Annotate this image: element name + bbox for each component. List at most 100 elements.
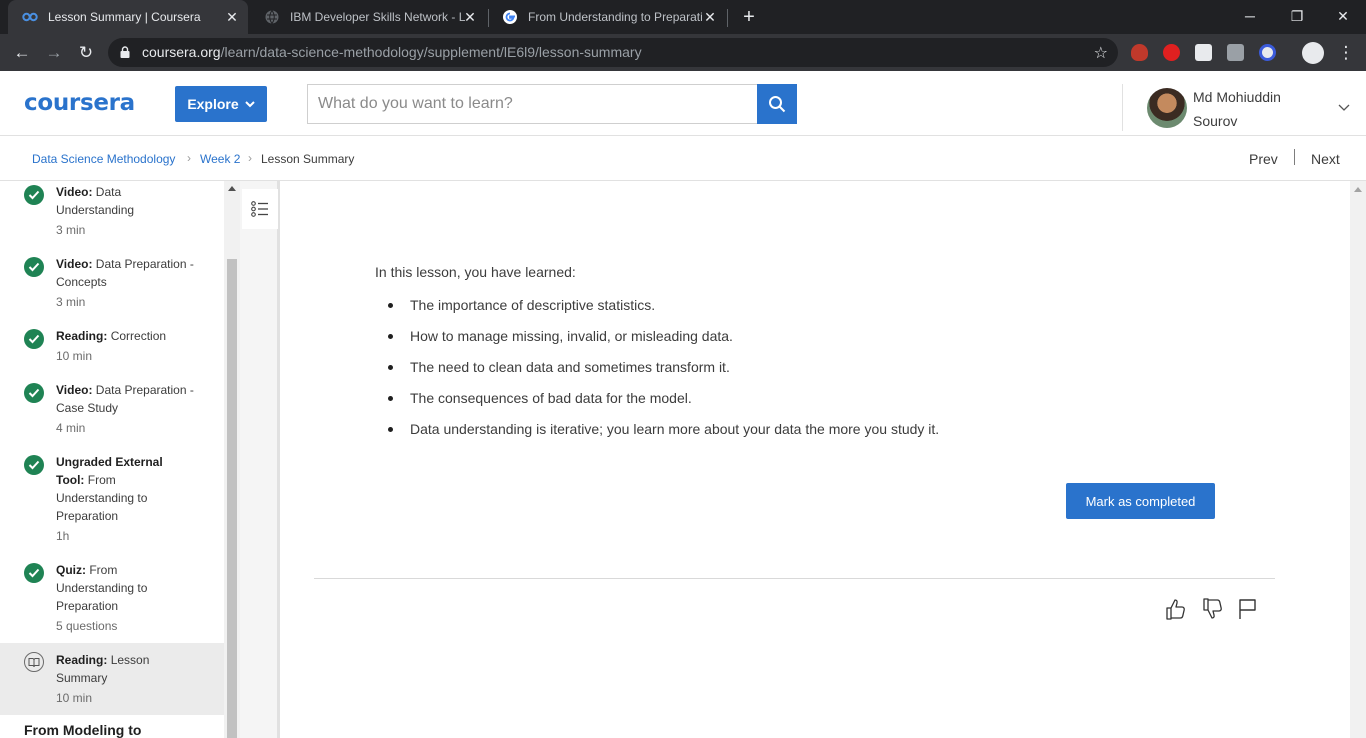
site-header: coursera Explore What do you want to lea… <box>0 71 1366 136</box>
back-icon[interactable]: ← <box>10 41 34 65</box>
close-window-icon[interactable]: ✕ <box>1331 5 1355 27</box>
breadcrumb: Data Science Methodology › Week 2 › Less… <box>0 137 1366 181</box>
sidebar-item-label: Ungraded External Tool: From Understanding… <box>56 455 163 523</box>
page-scrollbar[interactable] <box>1350 181 1366 738</box>
sidebar-item-external-tool[interactable]: Ungraded External Tool: From Understanding… <box>0 451 224 559</box>
search-input[interactable]: What do you want to learn? <box>307 84 758 124</box>
explore-button[interactable]: Explore <box>175 86 267 122</box>
prev-link[interactable]: Prev <box>1249 151 1278 167</box>
sidebar-item-duration: 4 min <box>56 421 86 435</box>
url-text: coursera.org/learn/data-science-methodol… <box>142 44 642 60</box>
browser-tab-bar: Lesson Summary | Coursera ✕ IBM Develope… <box>0 0 1366 34</box>
check-icon <box>24 329 44 349</box>
search-icon <box>769 96 786 113</box>
list-item: The need to clean data and sometimes tra… <box>375 358 939 389</box>
sidebar-toggle-rail <box>240 181 280 738</box>
sidebar-item-duration: 1h <box>56 529 70 543</box>
list-item: Data understanding is iterative; you lea… <box>375 420 939 451</box>
thumbs-down-icon[interactable] <box>1202 597 1224 621</box>
prev-next-divider <box>1294 149 1295 165</box>
sidebar-item-label: Video: Data Preparation - Concepts <box>56 257 194 289</box>
user-name[interactable]: Md Mohiuddin Sourov <box>1193 85 1303 133</box>
check-icon <box>24 383 44 403</box>
check-icon <box>24 185 44 205</box>
sidebar-item-duration: 5 questions <box>56 619 118 633</box>
mark-as-completed-button[interactable]: Mark as completed <box>1066 483 1215 519</box>
sidebar-item-duration: 3 min <box>56 295 86 309</box>
sidebar-item-label: Video: Data Understanding <box>56 185 135 217</box>
breadcrumb-week[interactable]: Week 2 <box>200 152 240 166</box>
tab-title: Lesson Summary | Coursera <box>48 10 201 24</box>
tab-title: IBM Developer Skills Network - L <box>290 10 466 24</box>
flag-icon[interactable] <box>1237 597 1259 621</box>
sidebar-item-video-data-preparation-concepts[interactable]: Video: Data Preparation - Concepts 3 min <box>0 253 224 325</box>
address-bar[interactable]: coursera.org/learn/data-science-methodol… <box>108 38 1118 67</box>
content-divider <box>314 578 1275 579</box>
forward-icon[interactable]: → <box>42 41 66 65</box>
close-icon[interactable]: ✕ <box>702 9 718 25</box>
breadcrumb-current: Lesson Summary <box>261 152 355 166</box>
thumbs-up-icon[interactable] <box>1165 597 1187 621</box>
check-icon <box>24 455 44 475</box>
camera-extension-icon[interactable] <box>1227 44 1244 61</box>
lesson-bullet-list: The importance of descriptive statistics… <box>375 296 939 451</box>
sidebar-item-label: Reading: Correction <box>56 329 167 343</box>
tab-ibm-developer[interactable]: IBM Developer Skills Network - L ✕ <box>250 0 486 34</box>
menu-dots-icon[interactable]: ⋮ <box>1334 41 1358 65</box>
shield-extension-icon[interactable] <box>1131 44 1148 61</box>
tab-lesson-summary[interactable]: Lesson Summary | Coursera ✕ <box>8 0 248 34</box>
header-divider <box>1122 84 1123 131</box>
list-item: How to manage missing, invalid, or misle… <box>375 327 939 358</box>
user-avatar[interactable] <box>1147 88 1187 128</box>
sidebar-item-duration: 10 min <box>56 349 93 363</box>
sidebar-item-label: Quiz: From Understanding to Preparation <box>56 563 148 613</box>
sidebar-item-reading-lesson-summary[interactable]: Reading: Lesson Summary 10 min <box>0 643 224 715</box>
tab-google-search[interactable]: From Understanding to Preparati ✕ <box>488 0 726 34</box>
breadcrumb-course[interactable]: Data Science Methodology <box>32 152 175 166</box>
sidebar-item-quiz[interactable]: Quiz: From Understanding to Preparation 5 … <box>0 559 224 649</box>
notes-extension-icon[interactable] <box>1195 44 1212 61</box>
sidebar-scrollbar[interactable] <box>224 181 240 738</box>
block-extension-icon[interactable] <box>1259 44 1276 61</box>
sidebar-item-duration: 10 min <box>56 691 93 705</box>
coursera-logo[interactable]: coursera <box>24 90 135 116</box>
restore-icon[interactable]: ❐ <box>1285 5 1309 27</box>
chevron-down-icon <box>244 101 255 108</box>
chevron-right-icon: › <box>248 151 252 165</box>
minimize-icon[interactable]: ─ <box>1238 5 1262 27</box>
lesson-intro: In this lesson, you have learned: <box>375 264 576 280</box>
coursera-icon <box>22 9 38 25</box>
sidebar-item-video-data-preparation-case-study[interactable]: Video: Data Preparation - Case Study 4 mi… <box>0 379 224 451</box>
sidebar-item-video-data-understanding[interactable]: Video: Data Understanding 3 min <box>0 181 224 253</box>
tab-separator <box>727 9 728 27</box>
search-button[interactable] <box>757 84 797 124</box>
course-sidebar: Video: Data Understanding 3 min Video: Da… <box>0 181 224 738</box>
close-icon[interactable]: ✕ <box>224 9 240 25</box>
list-icon <box>251 201 268 217</box>
sidebar-item-duration: 3 min <box>56 223 86 237</box>
user-menu-chevron-icon[interactable] <box>1338 101 1350 113</box>
list-item: The consequences of bad data for the mod… <box>375 389 939 420</box>
toggle-outline-button[interactable] <box>242 189 278 229</box>
scroll-up-arrow-icon[interactable] <box>1354 187 1362 192</box>
bookmark-star-icon[interactable]: ☆ <box>1094 43 1108 63</box>
adblock-extension-icon[interactable] <box>1163 44 1180 61</box>
new-tab-icon[interactable]: + <box>738 6 760 28</box>
close-icon[interactable]: ✕ <box>462 9 478 25</box>
scroll-up-arrow-icon[interactable] <box>228 186 236 191</box>
sidebar-scroll-thumb[interactable] <box>227 259 237 738</box>
globe-icon <box>264 9 280 25</box>
list-item: The importance of descriptive statistics… <box>375 296 939 327</box>
lock-icon <box>120 46 130 58</box>
next-link[interactable]: Next <box>1311 151 1340 167</box>
chevron-right-icon: › <box>187 151 191 165</box>
sidebar-item-label: Video: Data Preparation - Case Study <box>56 383 194 415</box>
next-module-heading[interactable]: From Modeling to <box>24 722 141 738</box>
tab-title: From Understanding to Preparati <box>528 10 703 24</box>
sidebar-item-reading-correction[interactable]: Reading: Correction 10 min <box>0 325 224 379</box>
browser-toolbar: ← → ↻ coursera.org/learn/data-science-me… <box>0 34 1366 71</box>
profile-avatar-icon[interactable] <box>1302 42 1324 64</box>
book-icon <box>24 652 44 672</box>
reload-icon[interactable]: ↻ <box>74 41 98 65</box>
check-icon <box>24 563 44 583</box>
